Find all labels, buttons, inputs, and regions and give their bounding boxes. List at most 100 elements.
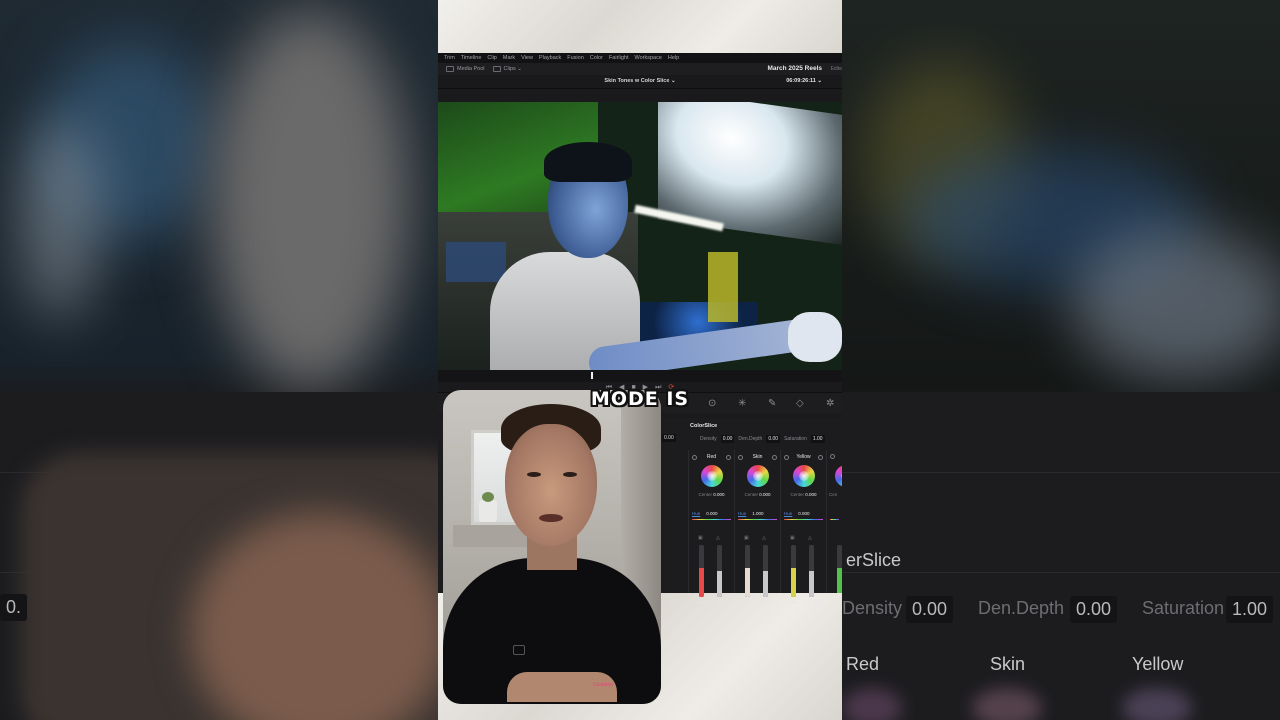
density-slider[interactable] <box>763 545 768 597</box>
hue-value[interactable]: 0.000 <box>706 511 717 516</box>
timecode-dropdown[interactable]: 06:09:26:11 ⌄ <box>786 78 822 84</box>
slider-values: 0.00 1.00 <box>735 600 780 605</box>
den-depth-value[interactable]: 0.00 <box>766 435 781 443</box>
reset-icon[interactable] <box>771 454 777 460</box>
project-title: March 2025 Reels <box>767 65 822 72</box>
saturation-slider[interactable] <box>837 545 842 593</box>
background-param-label: Den.Depth <box>978 598 1065 618</box>
background-blur-left: 0. <box>0 0 438 720</box>
bypass-icon[interactable] <box>738 454 743 460</box>
menu-item-clip[interactable]: Clip <box>487 55 496 61</box>
playhead[interactable] <box>591 372 593 379</box>
hue-value[interactable]: 1.000 <box>752 511 763 516</box>
hue-value[interactable]: 0.000 <box>798 511 809 516</box>
center-value-row[interactable]: Center 0.000 <box>735 492 780 497</box>
viewer-header: Skin Tones w Color Slice ⌄ 06:09:26:11 ⌄ <box>438 75 842 89</box>
hue-wheel[interactable] <box>793 465 815 487</box>
blur-shape <box>210 10 410 390</box>
sat-value[interactable]: 0.00 <box>742 600 751 605</box>
center-label: Cen <box>829 492 838 497</box>
menu-item-mark[interactable]: Mark <box>503 55 515 61</box>
menu-item-trim[interactable]: Trim <box>444 55 455 61</box>
slider-fill <box>763 571 768 597</box>
density-slider[interactable] <box>717 545 722 597</box>
saturation-slider[interactable] <box>745 545 750 597</box>
hue-wheel[interactable] <box>835 465 842 487</box>
bypass-icon[interactable] <box>830 454 835 459</box>
scrubber-bar[interactable] <box>438 370 842 382</box>
saturation-slider[interactable] <box>791 545 796 597</box>
channel-skin: Skin Center 0.000 Hue 1.000 ▣ ◬ 0.00 1.00 <box>734 450 780 605</box>
blur-shape <box>972 688 1042 720</box>
plant-icon <box>479 492 497 522</box>
menu-item-fairlight[interactable]: Fairlight <box>609 55 629 61</box>
saturation-value[interactable]: 1.00 <box>810 435 825 443</box>
hue-wheel[interactable] <box>747 465 769 487</box>
center-frame: Trim Timeline Clip Mark View Playback Fu… <box>438 0 842 720</box>
background-param-value: 0.00 <box>906 596 954 623</box>
blur-shape <box>842 688 902 720</box>
clip-title-dropdown[interactable]: Skin Tones w Color Slice ⌄ <box>438 78 842 84</box>
background-param-value: 0.00 <box>1070 596 1118 623</box>
hue-value-row[interactable]: Hue 0.000 <box>692 511 734 516</box>
center-value-row[interactable]: Center 0.000 <box>689 492 734 497</box>
channel-green-partial: Cen 0. <box>826 450 842 593</box>
center-value[interactable]: 0.000 <box>713 492 724 497</box>
bypass-icon[interactable] <box>692 454 697 460</box>
reset-icon[interactable] <box>818 454 823 460</box>
density-label: Density <box>700 436 717 442</box>
menu-item-help[interactable]: Help <box>668 55 679 61</box>
reset-icon[interactable] <box>726 454 731 460</box>
density-slider-icon: ◬ <box>716 535 720 541</box>
clips-button[interactable]: Clips ⌄ <box>492 66 522 72</box>
video-frame: 0. erSlice Density 0.00 Den.Depth 0.00 S… <box>0 0 1280 720</box>
background-channel-label: Yellow <box>1132 654 1184 674</box>
video-viewer[interactable] <box>438 102 842 370</box>
saturation-slider[interactable] <box>699 545 704 597</box>
sat-value[interactable]: 0.00 <box>788 600 797 605</box>
slider-values: 0.00 1.00 <box>781 600 826 605</box>
microphone-icon <box>513 645 525 655</box>
density-slider-icon: ◬ <box>762 535 766 541</box>
center-value[interactable]: 0.000 <box>805 492 816 497</box>
density-slider[interactable] <box>809 545 814 597</box>
shirt-logo: Gladiátor <box>593 682 614 688</box>
hue-label: Hue <box>738 511 747 516</box>
slider-fill <box>717 571 722 597</box>
center-value-row[interactable]: Cen <box>829 492 842 497</box>
hue-bar <box>692 519 731 520</box>
saturation-slider-icon: ▣ <box>790 535 795 541</box>
slider-values: 0.00 1.00 <box>689 600 734 605</box>
hue-value-row[interactable]: Hue 0.000 <box>784 511 826 516</box>
menu-item-playback[interactable]: Playback <box>539 55 561 61</box>
menu-item-timeline[interactable]: Timeline <box>461 55 482 61</box>
caption-text: MODE IS <box>590 388 690 410</box>
den-value[interactable]: 1.00 <box>718 600 727 605</box>
hue-wheel[interactable] <box>701 465 723 487</box>
channel-header <box>827 454 842 459</box>
sat-value[interactable]: 0.00 <box>696 600 705 605</box>
background-param-label: Saturation <box>1142 598 1225 618</box>
viewer-shape <box>544 142 632 182</box>
menu-item-color[interactable]: Color <box>590 55 603 61</box>
density-value[interactable]: 0.00 <box>720 435 735 443</box>
media-pool-button[interactable]: Media Pool <box>446 66 485 72</box>
hue-value-row[interactable]: Hue 1.000 <box>738 511 780 516</box>
den-value[interactable]: 1.00 <box>764 600 773 605</box>
menu-bar: Trim Timeline Clip Mark View Playback Fu… <box>438 53 842 63</box>
menu-item-view[interactable]: View <box>521 55 533 61</box>
bypass-icon[interactable] <box>784 454 789 460</box>
cam-shape <box>539 514 563 522</box>
clips-icon <box>492 66 501 72</box>
media-pool-label: Media Pool <box>457 66 485 72</box>
center-value-row[interactable]: Center 0.000 <box>781 492 826 497</box>
viewer-shape <box>788 312 842 362</box>
menu-item-workspace[interactable]: Workspace <box>635 55 662 61</box>
paper-texture-top <box>438 0 842 53</box>
saturation-slider-icon: ▣ <box>744 535 749 541</box>
menu-item-fusion[interactable]: Fusion <box>567 55 584 61</box>
den-value[interactable]: 1.00 <box>810 600 819 605</box>
center-value[interactable]: 0.000 <box>759 492 770 497</box>
channel-yellow: Yellow Center 0.000 Hue 0.000 ▣ ◬ 0.00 1.0… <box>780 450 826 605</box>
viewer-spacer <box>438 89 842 102</box>
